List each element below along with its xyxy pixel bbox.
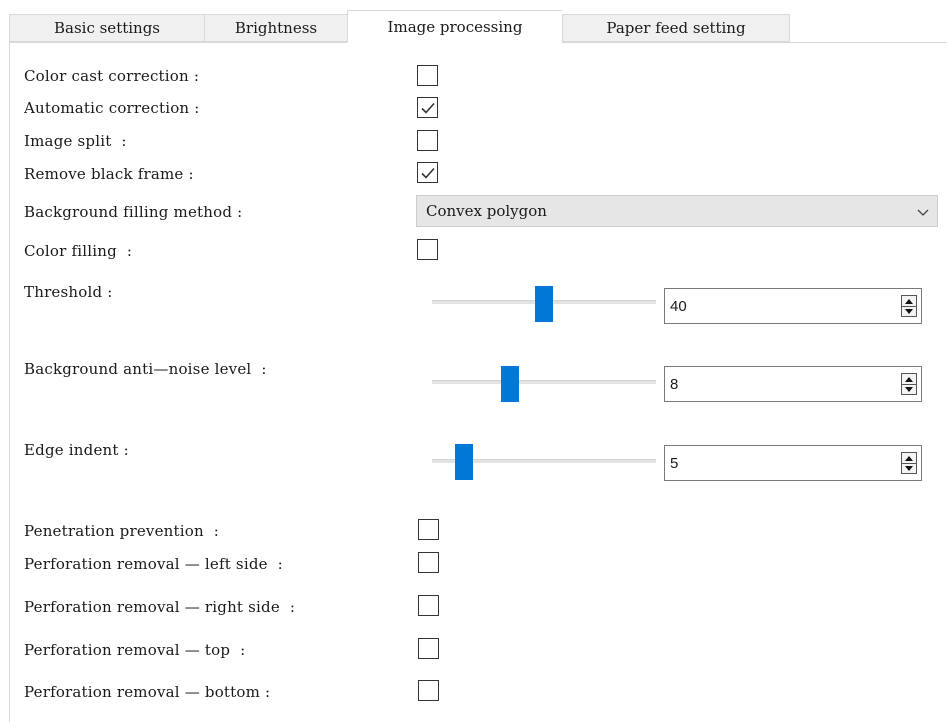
background-filling-method-select[interactable]: Convex polygon xyxy=(416,195,938,227)
background-anti-noise-level-spin-down[interactable] xyxy=(902,384,916,394)
color-filling-label: Color filling : xyxy=(24,242,133,260)
perforation-removal-right-checkbox[interactable] xyxy=(418,595,439,616)
checkmark-icon xyxy=(420,167,435,179)
checkmark-icon xyxy=(420,102,435,114)
perforation-removal-bottom-checkbox[interactable] xyxy=(418,680,439,701)
threshold-label: Threshold : xyxy=(24,283,113,301)
background-anti-noise-level-label: Background anti—noise level : xyxy=(24,360,267,378)
threshold-spinbox[interactable]: 40 xyxy=(664,288,922,324)
threshold-spin-buttons xyxy=(901,295,917,317)
spin-up-arrow-icon xyxy=(905,298,913,304)
threshold-value: 40 xyxy=(670,298,687,315)
background-filling-method-value: Convex polygon xyxy=(426,202,547,220)
perforation-removal-left-checkbox[interactable] xyxy=(418,552,439,573)
image-split-checkbox[interactable] xyxy=(417,130,438,151)
background-anti-noise-level-spin-buttons xyxy=(901,373,917,395)
tab-bar: Basic settings Brightness Image processi… xyxy=(9,10,790,43)
perforation-removal-bottom-label: Perforation removal — bottom : xyxy=(24,683,271,701)
penetration-prevention-checkbox[interactable] xyxy=(418,519,439,540)
edge-indent-value: 5 xyxy=(670,455,679,472)
tab-brightness[interactable]: Brightness xyxy=(204,14,347,42)
tab-basic-settings[interactable]: Basic settings xyxy=(9,14,204,42)
background-anti-noise-level-slider-track[interactable] xyxy=(432,380,656,384)
automatic-correction-checkbox[interactable] xyxy=(417,97,438,118)
tab-paper-feed-setting[interactable]: Paper feed setting xyxy=(562,14,790,42)
edge-indent-spinbox[interactable]: 5 xyxy=(664,445,922,481)
spin-down-arrow-icon xyxy=(905,386,913,392)
penetration-prevention-label: Penetration prevention : xyxy=(24,522,220,540)
remove-black-frame-checkbox[interactable] xyxy=(417,162,438,183)
background-anti-noise-level-slider-thumb[interactable] xyxy=(501,366,519,402)
perforation-removal-right-label: Perforation removal — right side : xyxy=(24,598,296,616)
edge-indent-label: Edge indent : xyxy=(24,441,129,459)
color-cast-correction-label: Color cast correction : xyxy=(24,67,200,85)
edge-indent-slider-thumb[interactable] xyxy=(455,444,473,480)
remove-black-frame-label: Remove black frame : xyxy=(24,165,194,183)
spin-up-arrow-icon xyxy=(905,376,913,382)
perforation-removal-top-checkbox[interactable] xyxy=(418,638,439,659)
edge-indent-spin-down[interactable] xyxy=(902,463,916,473)
color-filling-checkbox[interactable] xyxy=(417,239,438,260)
background-anti-noise-level-value: 8 xyxy=(670,376,679,393)
spin-down-arrow-icon xyxy=(905,465,913,471)
threshold-slider-thumb[interactable] xyxy=(535,286,553,322)
automatic-correction-label: Automatic correction : xyxy=(24,99,200,117)
spin-up-arrow-icon xyxy=(905,455,913,461)
perforation-removal-left-label: Perforation removal — left side : xyxy=(24,555,283,573)
background-anti-noise-level-spinbox[interactable]: 8 xyxy=(664,366,922,402)
threshold-spin-down[interactable] xyxy=(902,306,916,316)
edge-indent-spin-buttons xyxy=(901,452,917,474)
tab-image-processing[interactable]: Image processing xyxy=(347,10,562,43)
spin-down-arrow-icon xyxy=(905,308,913,314)
color-cast-correction-checkbox[interactable] xyxy=(417,65,438,86)
perforation-removal-top-label: Perforation removal — top : xyxy=(24,641,246,659)
chevron-down-icon xyxy=(917,209,929,216)
background-filling-method-label: Background filling method : xyxy=(24,203,243,221)
image-split-label: Image split : xyxy=(24,132,127,150)
